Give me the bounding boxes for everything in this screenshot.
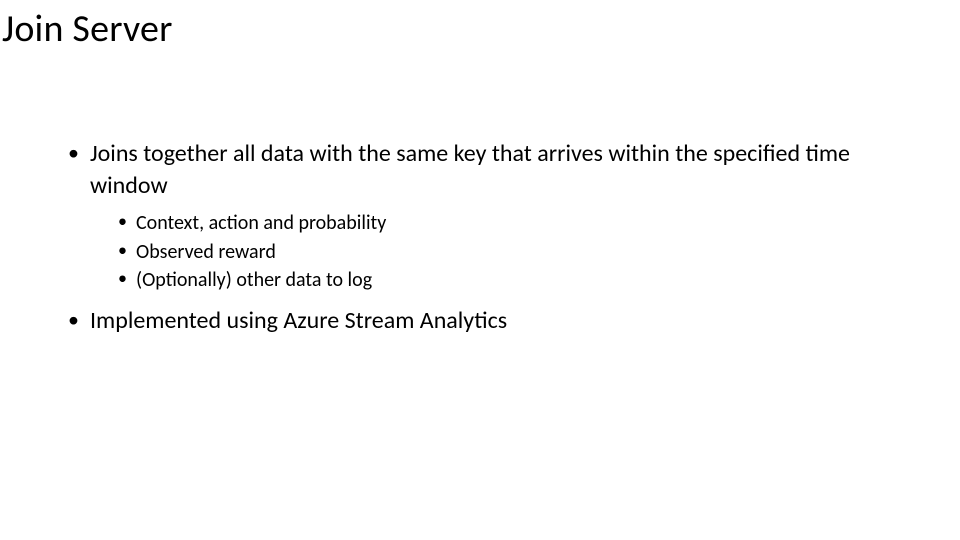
sub-bullet-text: (Optionally) other data to log [136,268,372,292]
sub-bullet-item: (Optionally) other data to log [114,266,920,294]
slide: Join Server Joins together all data with… [0,0,960,540]
sub-bullet-text: Observed reward [136,240,276,264]
bullet-list: Joins together all data with the same ke… [64,138,920,336]
sub-bullet-text: Context, action and probability [136,211,386,235]
sub-bullet-list: Context, action and probability Observed… [90,209,920,294]
bullet-item-2: Implemented using Azure Stream Analytics [64,305,920,337]
sub-bullet-item: Observed reward [114,238,920,266]
bullet-item-1: Joins together all data with the same ke… [64,138,920,295]
bullet-text: Implemented using Azure Stream Analytics [90,306,507,335]
slide-body: Joins together all data with the same ke… [64,138,920,346]
sub-bullet-item: Context, action and probability [114,209,920,237]
bullet-text: Joins together all data with the same ke… [90,139,850,200]
slide-title: Join Server [2,6,173,52]
